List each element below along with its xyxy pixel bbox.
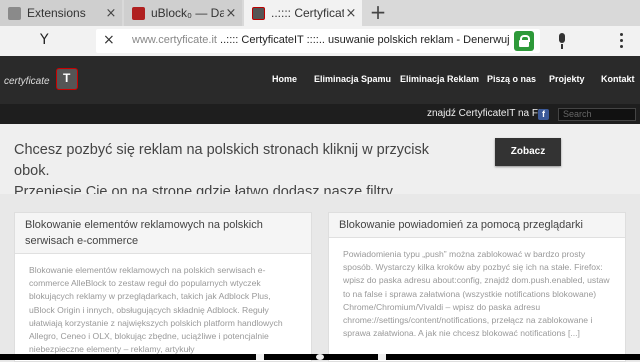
home-icon[interactable] xyxy=(316,354,324,360)
nav-projekty[interactable]: Projekty xyxy=(549,74,585,84)
nav-eliminacja-spamu[interactable]: Eliminacja Spamu xyxy=(314,74,391,84)
nav-kontakt[interactable]: Kontakt xyxy=(601,74,635,84)
url-page-title: ..:::: CertyficateIT ::::.. usuwanie pol… xyxy=(220,34,510,46)
system-nav-bar xyxy=(0,354,640,360)
url-domain: www.certyficate.it xyxy=(132,34,217,46)
tab-extensions[interactable]: Extensions × xyxy=(0,0,122,26)
tab-label: Extensions xyxy=(27,6,86,20)
search-input[interactable]: Search xyxy=(558,108,636,121)
article-title[interactable]: Blokowanie elementów reklamowych na pols… xyxy=(15,213,311,254)
lock-icon[interactable] xyxy=(514,31,534,51)
site-header: certyficate Home Eliminacja Spamu Elimin… xyxy=(0,56,640,104)
clear-icon[interactable]: × xyxy=(103,32,115,48)
puzzle-icon xyxy=(8,6,21,20)
social-strip: znajdź CertyficateIT na FB f Search xyxy=(0,104,640,124)
url-text[interactable]: www.certyficate.it ..:::: CertyficateIT … xyxy=(132,34,510,46)
zobacz-button[interactable]: Zobacz xyxy=(495,138,561,166)
nav-home[interactable]: Home xyxy=(272,74,297,84)
certyficate-favicon xyxy=(252,6,265,20)
content-area: Blokowanie elementów reklamowych na pols… xyxy=(0,194,640,362)
tab-ublock[interactable]: uBlock₀ — Dashbo × xyxy=(124,0,242,26)
close-icon[interactable]: × xyxy=(104,6,118,21)
tab-label: uBlock₀ — Dashbo xyxy=(151,6,224,20)
facebook-icon[interactable]: f xyxy=(538,109,549,120)
tab-certyficate[interactable]: ..:::: CertyficateIT × xyxy=(244,0,362,26)
site-logo[interactable]: certyficate xyxy=(4,66,84,96)
banner-line-1: Chcesz pozbyć się reklam na polskich str… xyxy=(14,142,430,179)
menu-icon[interactable] xyxy=(620,33,624,49)
recents-icon[interactable] xyxy=(378,354,386,360)
article-card: Blokowanie powiadomień za pomocą przeglą… xyxy=(328,212,626,362)
promo-banner: Chcesz pozbyć się reklam na polskich str… xyxy=(0,124,640,200)
logo-text: certyficate xyxy=(4,76,50,87)
back-icon[interactable] xyxy=(256,354,264,360)
close-icon[interactable]: × xyxy=(344,6,358,21)
tab-label: ..:::: CertyficateIT xyxy=(271,6,344,20)
logo-icon xyxy=(56,68,78,90)
close-icon[interactable]: × xyxy=(224,6,238,21)
new-tab-button[interactable]: + xyxy=(367,2,389,24)
article-card: Blokowanie elementów reklamowych na pols… xyxy=(14,212,312,362)
ublock-icon xyxy=(132,6,145,20)
nav-pisza-o-nas[interactable]: Piszą o nas xyxy=(487,74,536,84)
article-title[interactable]: Blokowanie powiadomień za pomocą przeglą… xyxy=(329,213,625,238)
article-excerpt: Powiadomienia typu „push” można zablokow… xyxy=(343,249,610,339)
nav-eliminacja-reklam[interactable]: Eliminacja Reklam xyxy=(400,74,479,84)
extension-icon[interactable]: Y xyxy=(40,32,49,48)
tab-strip: Extensions × uBlock₀ — Dashbo × ..:::: C… xyxy=(0,0,640,26)
browser-toolbar: Y × www.certyficate.it ..:::: Certyficat… xyxy=(0,26,640,56)
address-bar[interactable]: × www.certyficate.it ..:::: CertyficateI… xyxy=(96,29,540,53)
microphone-icon[interactable] xyxy=(555,31,569,51)
fb-link-text[interactable]: znajdź CertyficateIT na FB xyxy=(427,108,545,119)
article-excerpt: Blokowanie elementów reklamowych na pols… xyxy=(29,265,283,355)
